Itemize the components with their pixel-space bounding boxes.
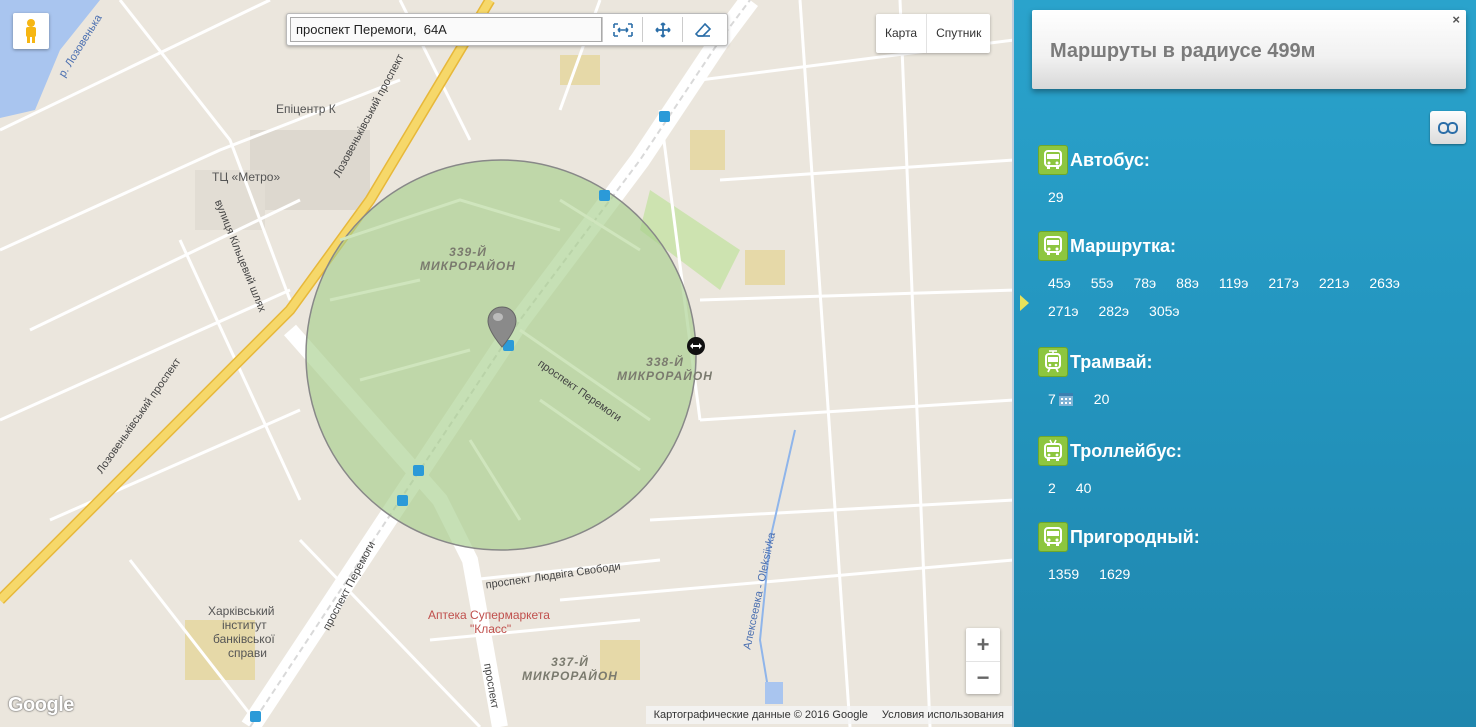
route-link[interactable]: 45э bbox=[1048, 275, 1071, 291]
fit-bounds-icon bbox=[612, 22, 633, 37]
move-arrows-icon bbox=[654, 21, 671, 38]
suburban-bus-icon bbox=[1038, 522, 1068, 552]
schedule-icon[interactable] bbox=[1058, 391, 1074, 407]
route-link[interactable]: 119э bbox=[1219, 275, 1248, 291]
tram-icon bbox=[1038, 347, 1068, 377]
route-link-with-schedule: 7 bbox=[1048, 391, 1074, 407]
close-button[interactable]: × bbox=[1452, 12, 1460, 27]
route-link[interactable]: 7 bbox=[1048, 391, 1056, 407]
google-logo: Google bbox=[8, 694, 74, 716]
minibus-icon bbox=[1038, 231, 1068, 261]
category-bus: Автобус: 29 bbox=[1038, 145, 1448, 205]
district-label: 339-Й МИКРОРАЙОН bbox=[420, 245, 516, 273]
panel-header: Маршруты в радиусе 499м × bbox=[1032, 10, 1466, 89]
routes-sidebar: Маршруты в радиусе 499м × Автобус: 29 Ма… bbox=[1014, 0, 1476, 727]
route-link[interactable]: 55э bbox=[1091, 275, 1114, 291]
map-canvas[interactable]: Епіцентр К ТЦ «Метро» вулиця Кільцевий ш… bbox=[0, 0, 1014, 727]
route-link[interactable]: 305э bbox=[1149, 303, 1180, 319]
route-link[interactable]: 263э bbox=[1369, 275, 1400, 291]
terms-link[interactable]: Условия использования bbox=[882, 709, 1004, 724]
pharmacy-label: "Класс" bbox=[470, 622, 512, 636]
route-link[interactable]: 221э bbox=[1319, 275, 1350, 291]
category-title: Автобус: bbox=[1070, 149, 1150, 170]
clear-button[interactable] bbox=[682, 17, 722, 42]
map-type-control: Карта Спутник bbox=[876, 14, 991, 53]
route-list: 1359 1629 bbox=[1038, 566, 1448, 582]
route-list: 45э 55э 78э 88э 119э 217э 221э 263э 271э… bbox=[1038, 275, 1448, 319]
route-list: 2 40 bbox=[1038, 480, 1448, 496]
route-link[interactable]: 1359 bbox=[1048, 566, 1079, 582]
category-title: Троллейбус: bbox=[1070, 440, 1183, 461]
route-link[interactable]: 78э bbox=[1133, 275, 1156, 291]
collapse-arrow-icon[interactable] bbox=[1020, 295, 1029, 311]
category-tram: Трамвай: 7 20 bbox=[1038, 347, 1448, 407]
street-view-pegman-icon[interactable] bbox=[13, 13, 49, 49]
route-link[interactable]: 2 bbox=[1048, 480, 1056, 496]
link-button[interactable] bbox=[1430, 111, 1466, 144]
panel-title: Маршруты в радиусе 499м bbox=[1050, 40, 1316, 62]
zoom-out-button[interactable]: − bbox=[966, 661, 1000, 694]
route-link[interactable]: 88э bbox=[1176, 275, 1199, 291]
radius-resize-icon[interactable] bbox=[687, 337, 705, 355]
route-link[interactable]: 40 bbox=[1076, 480, 1092, 496]
eraser-icon bbox=[694, 22, 711, 37]
category-title: Пригородный: bbox=[1070, 526, 1200, 547]
institute-label: справи bbox=[228, 646, 267, 660]
institute-label: банківської bbox=[213, 632, 275, 646]
category-title: Трамвай: bbox=[1070, 351, 1153, 372]
map-type-map-button[interactable]: Карта bbox=[876, 14, 926, 53]
poi-label: Епіцентр К bbox=[276, 102, 336, 116]
institute-label: інститут bbox=[222, 618, 267, 632]
map-attribution: Картографические данные © 2016 Google Ус… bbox=[645, 706, 1012, 724]
location-marker-icon[interactable] bbox=[486, 305, 518, 354]
move-button[interactable] bbox=[642, 17, 682, 42]
category-minibus: Маршрутка: 45э 55э 78э 88э 119э 217э 221… bbox=[1038, 231, 1448, 319]
district-label: 338-Й МИКРОРАЙОН bbox=[617, 355, 713, 383]
route-list: 29 bbox=[1038, 189, 1448, 205]
poi-label: ТЦ «Метро» bbox=[212, 170, 281, 184]
route-link[interactable]: 20 bbox=[1094, 391, 1110, 407]
route-link[interactable]: 271э bbox=[1048, 303, 1079, 319]
zoom-control: + − bbox=[966, 628, 1000, 694]
trolleybus-icon bbox=[1038, 436, 1068, 466]
map-toolbar bbox=[286, 13, 728, 46]
route-list: 7 20 bbox=[1038, 391, 1448, 407]
category-trolleybus: Троллейбус: 2 40 bbox=[1038, 436, 1448, 496]
bus-icon bbox=[1038, 145, 1068, 175]
route-link[interactable]: 1629 bbox=[1099, 566, 1130, 582]
pharmacy-label: Аптека Супермаркета bbox=[428, 608, 550, 622]
route-link[interactable]: 217э bbox=[1268, 275, 1299, 291]
district-label: 337-Й МИКРОРАЙОН bbox=[522, 655, 618, 683]
route-link[interactable]: 282э bbox=[1099, 303, 1130, 319]
category-title: Маршрутка: bbox=[1070, 235, 1177, 256]
zoom-in-button[interactable]: + bbox=[966, 628, 1000, 661]
attribution-data-text: Картографические данные © 2016 Google bbox=[653, 709, 868, 721]
link-icon bbox=[1438, 121, 1458, 134]
map-type-satellite-button[interactable]: Спутник bbox=[926, 14, 990, 53]
category-suburban: Пригородный: 1359 1629 bbox=[1038, 522, 1448, 582]
route-link[interactable]: 29 bbox=[1048, 189, 1064, 205]
institute-label: Харківський bbox=[208, 604, 275, 618]
fit-radius-button[interactable] bbox=[602, 17, 642, 42]
address-input[interactable] bbox=[290, 17, 602, 42]
